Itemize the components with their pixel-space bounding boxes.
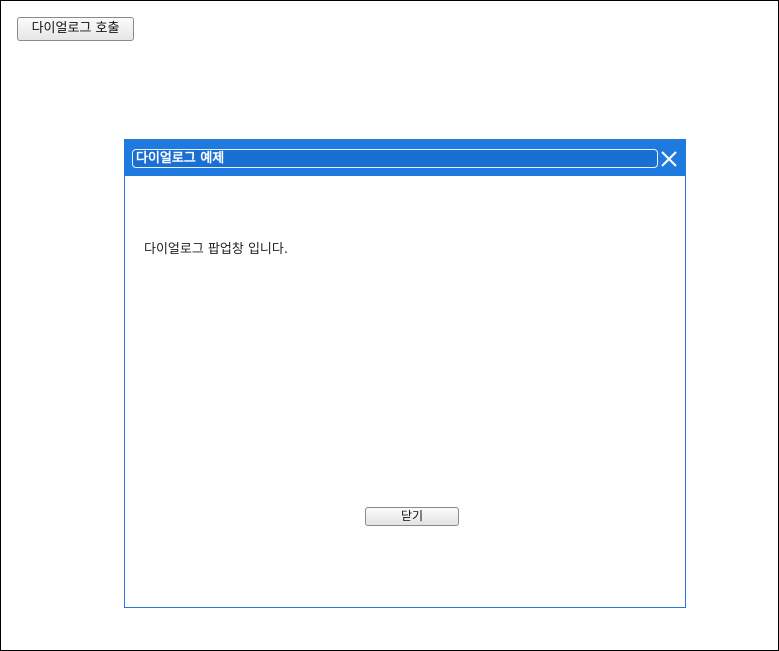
close-icon[interactable] (660, 150, 678, 168)
open-dialog-button[interactable]: 다이얼로그 호출 (17, 17, 134, 41)
close-button[interactable]: 닫기 (365, 507, 459, 526)
page-frame: 다이얼로그 호출 다이얼로그 예제 다이얼로그 팝업창 입니다. 닫기 (0, 0, 779, 651)
dialog-title: 다이얼로그 예제 (132, 149, 658, 168)
dialog-titlebar[interactable]: 다이얼로그 예제 (125, 140, 685, 176)
dialog-window: 다이얼로그 예제 다이얼로그 팝업창 입니다. 닫기 (124, 139, 686, 608)
dialog-message: 다이얼로그 팝업창 입니다. (144, 242, 288, 257)
